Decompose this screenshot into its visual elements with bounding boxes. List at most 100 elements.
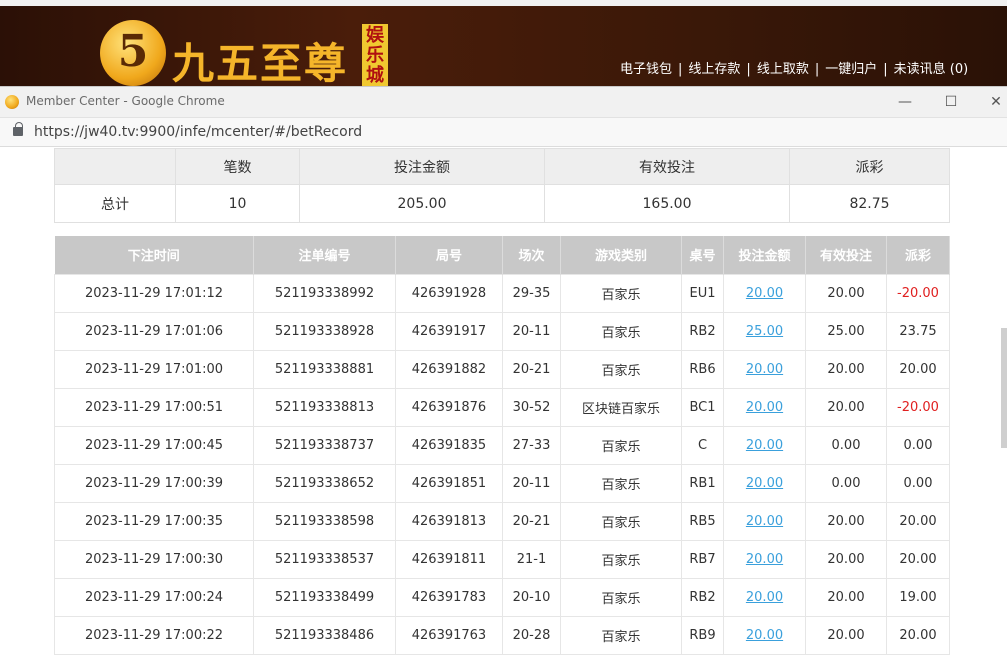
summary-cell: 165.00	[544, 184, 790, 223]
table-cell: 百家乐	[560, 463, 682, 503]
table-cell: 百家乐	[560, 273, 682, 313]
bet-amount-link[interactable]: 20.00	[746, 514, 783, 529]
lock-icon[interactable]	[13, 122, 23, 136]
top-strip	[0, 0, 1007, 6]
table-cell: 20.00	[886, 501, 950, 541]
table-cell: 百家乐	[560, 539, 682, 579]
table-cell: 426391783	[395, 577, 503, 617]
table-cell: 25.00	[805, 311, 887, 351]
table-cell: 20.00	[886, 349, 950, 389]
table-cell: RB1	[681, 463, 724, 503]
table-cell: 20.00	[723, 539, 806, 579]
table-cell: RB2	[681, 577, 724, 617]
col-header-table[interactable]: 桌号	[681, 236, 724, 274]
table-cell: RB7	[681, 539, 724, 579]
nav-wallet[interactable]: 电子钱包	[620, 62, 672, 77]
table-cell: 20-21	[502, 501, 561, 541]
table-cell: 20.00	[723, 273, 806, 313]
nav-transfer-all[interactable]: 一键归户	[825, 62, 877, 77]
col-header-game[interactable]: 游戏类别	[560, 236, 682, 274]
close-button[interactable]: ✕	[984, 90, 1007, 114]
table-cell: 百家乐	[560, 349, 682, 389]
site-nav: 电子钱包 | 线上存款 | 线上取款 | 一键归户 | 未读讯息 (0)	[620, 58, 968, 77]
table-cell: 20.00	[723, 425, 806, 465]
table-cell: 百家乐	[560, 425, 682, 465]
table-cell: 426391813	[395, 501, 503, 541]
table-cell: 20-10	[502, 577, 561, 617]
table-cell: 521193338537	[253, 539, 396, 579]
nav-withdraw[interactable]: 线上取款	[757, 62, 809, 77]
table-cell: 23.75	[886, 311, 950, 351]
address-bar: https://jw40.tv:9900/infe/mcenter/#/betR…	[0, 117, 1007, 147]
table-cell: -20.00	[886, 387, 950, 427]
minimize-button[interactable]: —	[893, 90, 917, 114]
nav-deposit[interactable]: 线上存款	[688, 62, 740, 77]
table-cell: 426391851	[395, 463, 503, 503]
table-cell: 20-11	[502, 463, 561, 503]
table-cell: 521193338486	[253, 615, 396, 655]
table-row: 2023-11-29 17:00:45 521193338737 426391835…	[54, 425, 950, 465]
page-content: 笔数 投注金额 有效投注 派彩 总计 10 205.00 165.00 82.7…	[0, 148, 1007, 661]
bet-record-table: 下注时间 注单编号 局号 场次 游戏类别 桌号 投注金额 有效投注 派彩 202…	[54, 236, 950, 655]
table-cell: 426391763	[395, 615, 503, 655]
table-cell: 521193338737	[253, 425, 396, 465]
table-cell: C	[681, 425, 724, 465]
table-cell: 25.00	[723, 311, 806, 351]
table-row: 2023-11-29 17:00:39 521193338652 426391851…	[54, 463, 950, 503]
table-cell: 2023-11-29 17:01:00	[54, 349, 254, 389]
table-cell: 20.00	[723, 501, 806, 541]
col-header-round[interactable]: 局号	[395, 236, 503, 274]
logo-icon[interactable]: 5	[100, 20, 166, 86]
col-header-shoe[interactable]: 场次	[502, 236, 561, 274]
bet-amount-link[interactable]: 20.00	[746, 628, 783, 643]
table-cell: 20-11	[502, 311, 561, 351]
bet-amount-link[interactable]: 20.00	[746, 400, 783, 415]
nav-separator: |	[746, 62, 751, 77]
table-row: 2023-11-29 17:01:06 521193338928 426391917…	[54, 311, 950, 351]
maximize-button[interactable]: ☐	[939, 90, 963, 114]
bet-amount-link[interactable]: 20.00	[746, 476, 783, 491]
col-header-valid-bet[interactable]: 有效投注	[805, 236, 887, 274]
scrollbar-thumb[interactable]	[1001, 328, 1007, 448]
summary-header-row: 笔数 投注金额 有效投注 派彩	[54, 148, 950, 185]
table-cell: 20-28	[502, 615, 561, 655]
col-header-payout[interactable]: 派彩	[886, 236, 950, 274]
table-cell: 426391882	[395, 349, 503, 389]
table-cell: 20.00	[805, 387, 887, 427]
summary-header-cell: 有效投注	[544, 148, 790, 185]
table-cell: RB5	[681, 501, 724, 541]
nav-separator: |	[883, 62, 888, 77]
table-cell: 20.00	[723, 577, 806, 617]
bet-amount-link[interactable]: 20.00	[746, 552, 783, 567]
bet-amount-link[interactable]: 25.00	[746, 324, 783, 339]
summary-total-row: 总计 10 205.00 165.00 82.75	[54, 184, 950, 223]
window-title: Member Center - Google Chrome	[26, 94, 225, 108]
col-header-bet-amount[interactable]: 投注金额	[723, 236, 806, 274]
summary-header-cell: 派彩	[789, 148, 950, 185]
url-text[interactable]: https://jw40.tv:9900/infe/mcenter/#/betR…	[34, 124, 362, 140]
nav-messages[interactable]: 未读讯息 (0)	[894, 62, 969, 77]
table-cell: 2023-11-29 17:00:51	[54, 387, 254, 427]
table-row: 2023-11-29 17:00:35 521193338598 426391813…	[54, 501, 950, 541]
table-cell: 521193338928	[253, 311, 396, 351]
bet-amount-link[interactable]: 20.00	[746, 590, 783, 605]
table-cell: 521193338652	[253, 463, 396, 503]
bet-amount-link[interactable]: 20.00	[746, 438, 783, 453]
table-cell: 0.00	[886, 425, 950, 465]
table-cell: -20.00	[886, 273, 950, 313]
col-header-time[interactable]: 下注时间	[54, 236, 254, 274]
bet-amount-link[interactable]: 20.00	[746, 362, 783, 377]
table-cell: 20.00	[805, 539, 887, 579]
records-body: 2023-11-29 17:01:12 521193338992 426391928…	[54, 273, 950, 655]
table-cell: 百家乐	[560, 501, 682, 541]
table-cell: 2023-11-29 17:00:35	[54, 501, 254, 541]
summary-header-cell: 投注金额	[299, 148, 545, 185]
table-cell: 521193338813	[253, 387, 396, 427]
table-cell: 426391811	[395, 539, 503, 579]
col-header-bet-id[interactable]: 注单编号	[253, 236, 396, 274]
table-cell: 20-21	[502, 349, 561, 389]
logo-text[interactable]: 九五至尊	[172, 30, 348, 91]
nav-separator: |	[678, 62, 683, 77]
bet-amount-link[interactable]: 20.00	[746, 286, 783, 301]
table-cell: 521193338499	[253, 577, 396, 617]
